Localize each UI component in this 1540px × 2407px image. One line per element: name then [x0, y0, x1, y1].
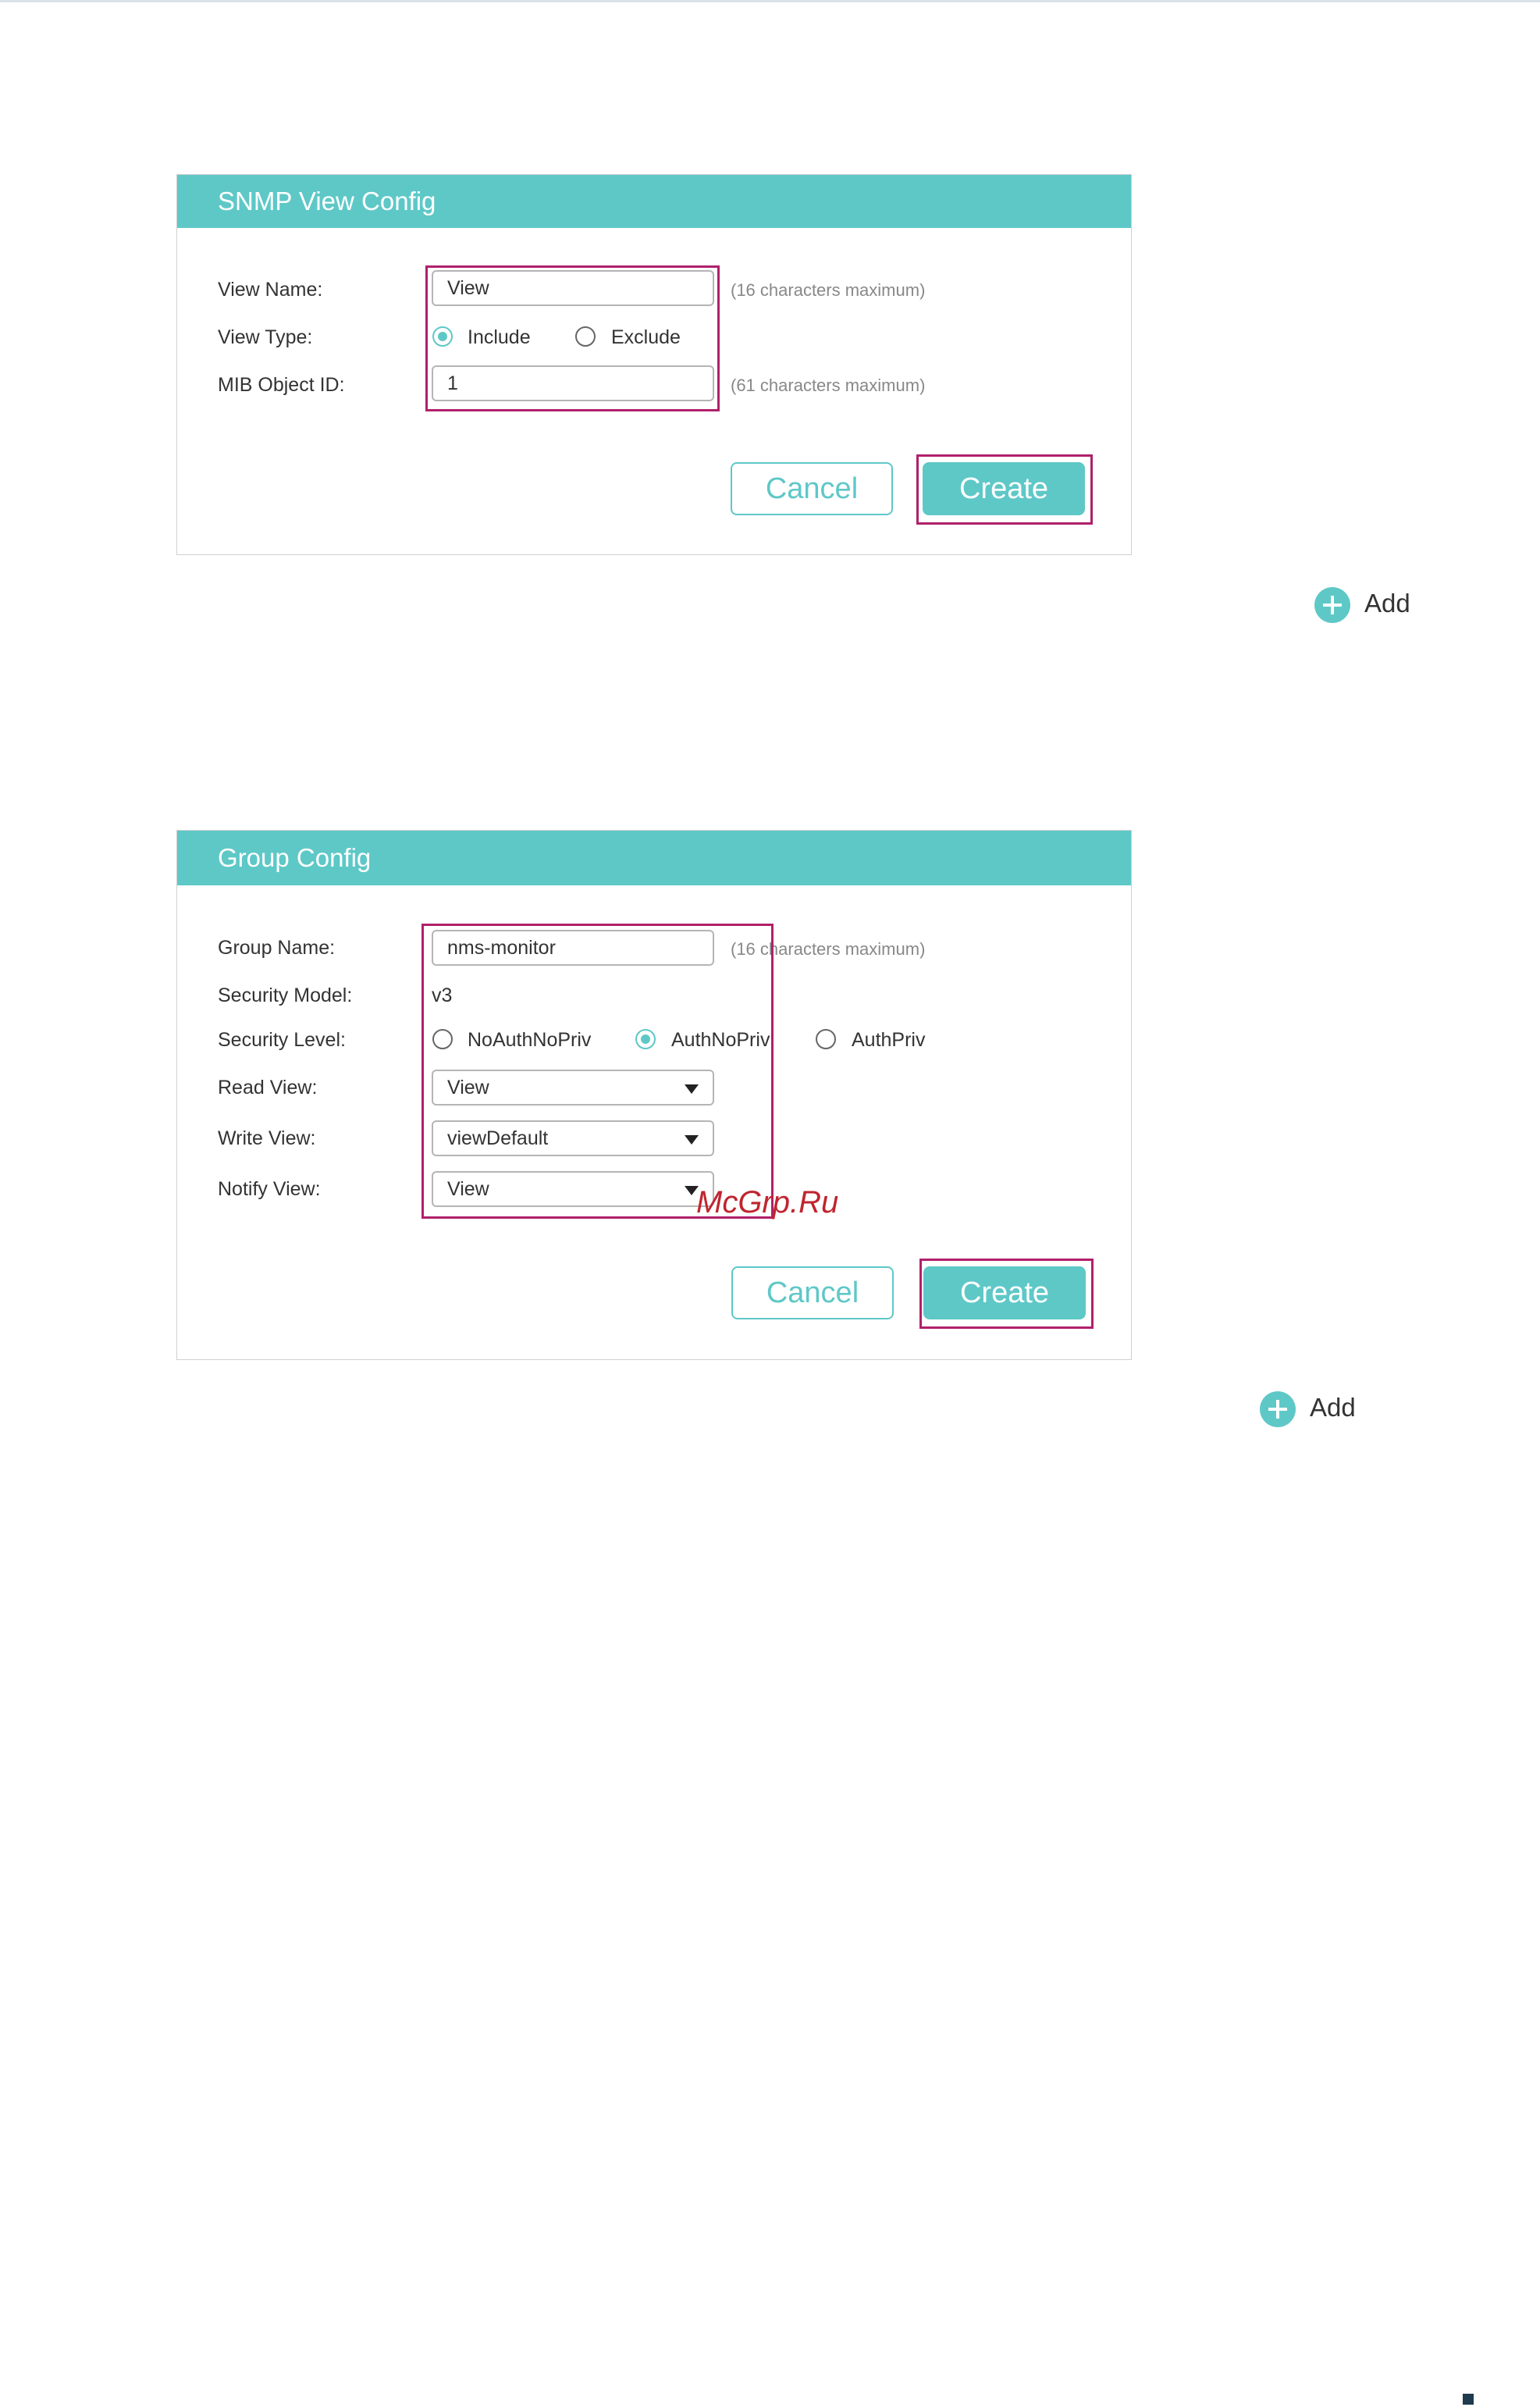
add-button[interactable]: Add: [1314, 587, 1424, 623]
security-level-label: Security Level:: [218, 1029, 346, 1051]
highlight-frame: [421, 924, 774, 1219]
mib-object-id-label: MIB Object ID:: [218, 374, 345, 396]
radio-authpriv[interactable]: [816, 1029, 836, 1049]
watermark: McGrp.Ru: [696, 1185, 839, 1220]
group-name-label: Group Name:: [218, 937, 336, 959]
add-label: Add: [1310, 1393, 1356, 1422]
snmp-view-config-panel: SNMP View Config View Name: View (16 cha…: [176, 174, 1132, 555]
page-corner-mark: [1463, 2394, 1474, 2405]
write-view-label: Write View:: [218, 1127, 316, 1149]
mib-object-id-hint: (61 characters maximum): [731, 376, 926, 395]
panel-title: SNMP View Config: [177, 175, 1131, 228]
view-name-hint: (16 characters maximum): [731, 280, 926, 300]
cancel-button[interactable]: Cancel: [731, 1266, 894, 1319]
panel-title: Group Config: [177, 831, 1131, 885]
plus-circle-icon: [1260, 1391, 1296, 1427]
highlight-frame: [425, 265, 720, 411]
view-type-label: View Type:: [218, 326, 313, 348]
plus-circle-icon: [1314, 587, 1350, 623]
read-view-label: Read View:: [218, 1077, 318, 1098]
notify-view-label: Notify View:: [218, 1178, 321, 1200]
view-name-label: View Name:: [218, 279, 323, 301]
security-model-label: Security Model:: [218, 985, 353, 1006]
radio-authpriv-label: AuthPriv: [852, 1029, 926, 1051]
group-config-panel: Group Config Group Name: nms-monitor (16…: [176, 830, 1132, 1360]
create-highlight-frame: [916, 454, 1093, 525]
cancel-button[interactable]: Cancel: [731, 462, 893, 515]
add-button[interactable]: Add: [1260, 1391, 1369, 1427]
create-highlight-frame: [919, 1259, 1094, 1329]
top-divider: [0, 0, 1540, 2]
add-label: Add: [1364, 589, 1410, 618]
